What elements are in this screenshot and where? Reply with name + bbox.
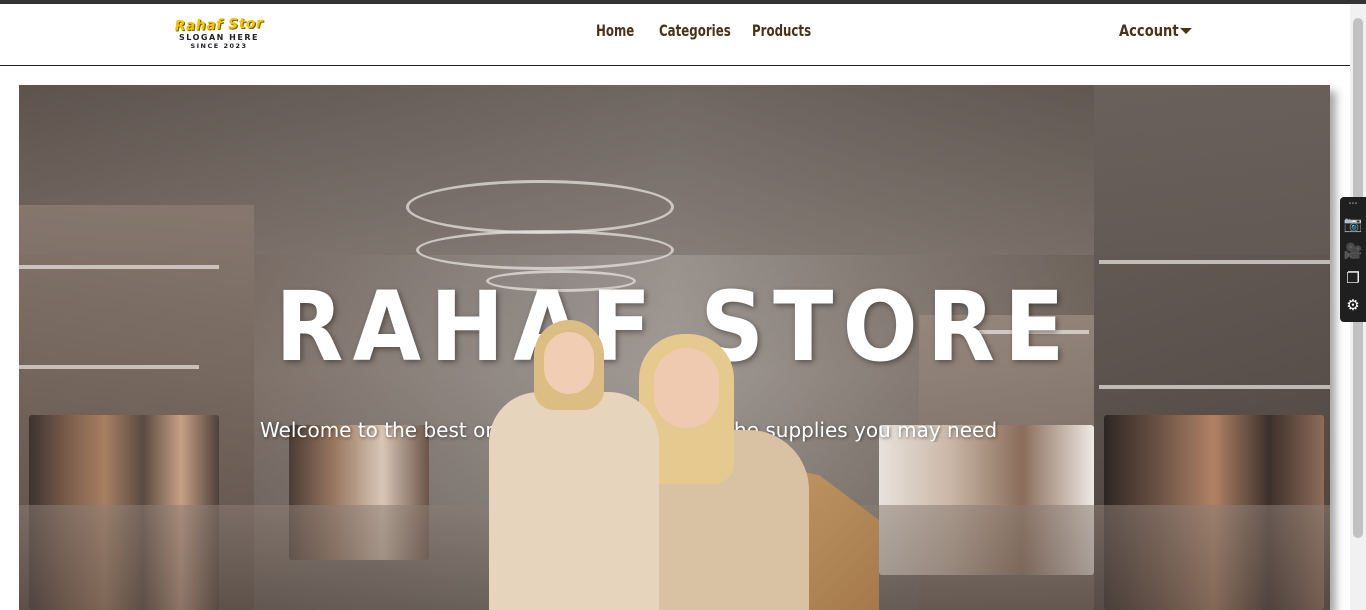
- hero-banner: RAHAF STORE Welcome to the best online s…: [19, 85, 1330, 610]
- nav-link-categories[interactable]: Categories: [659, 21, 731, 40]
- hero-models-image: [449, 320, 879, 610]
- account-label: Account: [1119, 21, 1179, 40]
- navbar: Rahaf Stor SLOGAN HERE SINCE 2023 Home C…: [0, 4, 1350, 66]
- account-dropdown[interactable]: Account: [1119, 21, 1192, 40]
- caret-down-icon: [1180, 27, 1192, 34]
- nav-links: Home Categories Products: [596, 21, 818, 40]
- side-toolbar: ⋯ 📷 🎥 ❐ ⚙: [1340, 197, 1366, 322]
- ceiling-light-ring: [406, 180, 674, 234]
- ceiling-light-ring: [416, 230, 674, 270]
- woman-face: [654, 348, 719, 428]
- logo-since-text: SINCE 2023: [190, 42, 248, 50]
- girl-face: [544, 332, 594, 394]
- gear-icon[interactable]: ⚙: [1343, 295, 1363, 315]
- girl-coat: [489, 392, 659, 610]
- shelf: [1099, 260, 1330, 264]
- video-camera-icon[interactable]: 🎥: [1343, 241, 1363, 261]
- logo[interactable]: Rahaf Stor SLOGAN HERE SINCE 2023: [163, 15, 275, 52]
- link-more-icon[interactable]: ⋯: [1343, 198, 1363, 210]
- window-icon[interactable]: ❐: [1343, 268, 1363, 288]
- nav-link-products[interactable]: Products: [752, 21, 811, 40]
- camera-icon[interactable]: 📷: [1343, 214, 1363, 234]
- nav-link-home[interactable]: Home: [596, 21, 634, 40]
- shelf: [19, 265, 219, 269]
- shelf: [1099, 385, 1330, 389]
